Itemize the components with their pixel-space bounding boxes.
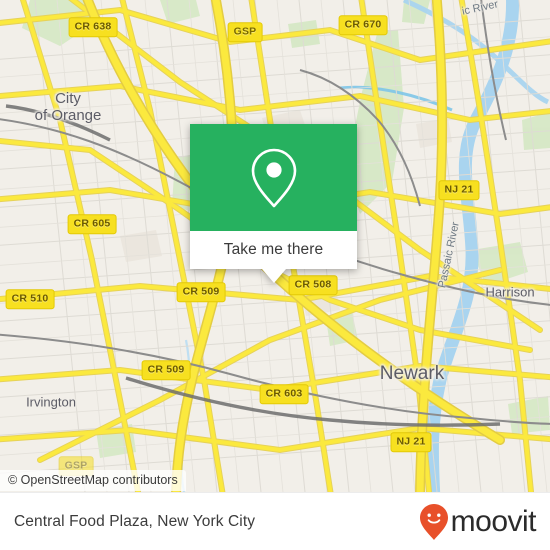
location-title: Central Food Plaza, New York City [14, 512, 256, 530]
place-label-line: City [55, 90, 81, 108]
moovit-map-screen: CR 638 GSP CR 670 NJ 21 CR 605 CR 510 CR… [0, 0, 550, 550]
map-pin-icon [251, 148, 296, 207]
place-label-line: of Orange [34, 107, 102, 124]
road-shield: CR 509 [176, 282, 226, 302]
road-shield: CR 509 [141, 360, 191, 380]
footer-bar: Central Food Plaza, New York City moovit [0, 492, 550, 550]
road-shield: NJ 21 [438, 180, 480, 200]
callout-action[interactable]: Take me there [190, 231, 357, 283]
place-label-irvington: Irvington [26, 394, 76, 410]
moovit-smiley-pin-icon [419, 503, 448, 540]
road-shield: CR 670 [338, 15, 388, 35]
road-shield: CR 510 [5, 289, 55, 309]
road-shield: CR 508 [288, 275, 338, 295]
place-label-harrison: Harrison [485, 284, 535, 300]
road-shield: CR 603 [259, 384, 309, 404]
callout-header [190, 124, 357, 231]
callout-tail [262, 269, 286, 283]
location-callout-card[interactable]: Take me there [190, 124, 357, 283]
road-shield: NJ 21 [390, 432, 432, 452]
place-label-city-of-orange: City of Orange [34, 90, 102, 125]
moovit-wordmark: moovit [450, 504, 537, 538]
moovit-brand[interactable]: moovit [419, 503, 537, 541]
road-shield: CR 605 [67, 214, 117, 234]
place-label-newark: Newark [379, 363, 445, 384]
road-shield: CR 638 [68, 17, 118, 37]
road-shield: GSP [227, 22, 263, 42]
callout-action-label: Take me there [223, 241, 324, 258]
map-attribution[interactable]: © OpenStreetMap contributors [0, 470, 186, 491]
